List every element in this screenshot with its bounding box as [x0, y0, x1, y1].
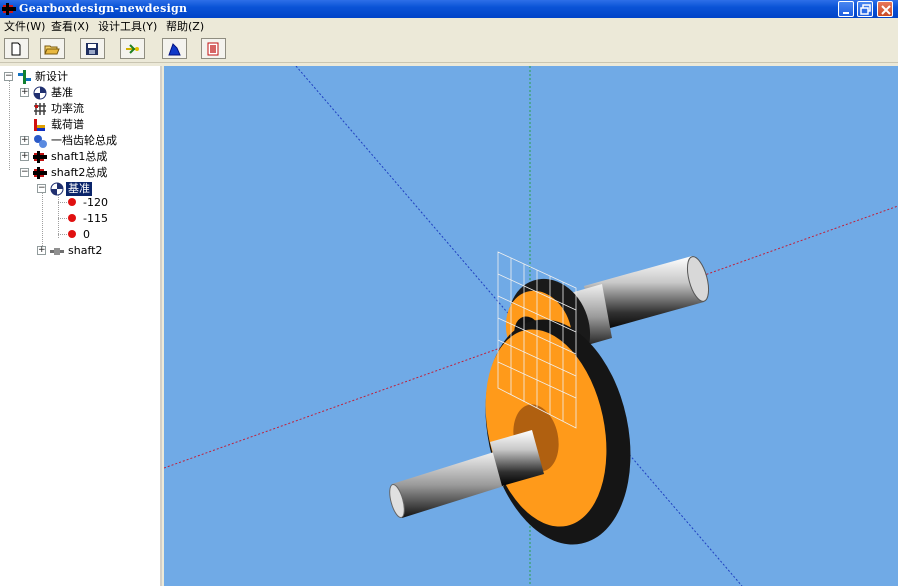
tree-node-label: 基准 [51, 86, 73, 99]
open-button[interactable] [40, 38, 65, 59]
tree-connector [58, 192, 59, 238]
tree-node-label: 基准 [66, 182, 92, 196]
tree-node-label: 新设计 [35, 70, 68, 83]
expand-toggle[interactable]: + [20, 87, 29, 97]
datum-icon [50, 182, 64, 196]
point-icon [67, 213, 77, 223]
load-spectrum-icon [33, 118, 47, 132]
power-flow-icon [33, 102, 47, 116]
large-gear [485, 319, 631, 545]
tree-node-power-flow[interactable]: 功率流 [20, 102, 150, 117]
expand-toggle[interactable]: + [20, 135, 29, 145]
tree-node-label: 0 [83, 228, 90, 241]
tree-node-label: 载荷谱 [51, 118, 84, 131]
tree-node-shaft1-assembly[interactable]: + shaft1总成 [20, 150, 150, 165]
point-icon [67, 197, 77, 207]
menu-file[interactable]: 文件(W) [4, 20, 45, 34]
close-button[interactable] [877, 1, 893, 17]
tree-node-label: 功率流 [51, 102, 84, 115]
tree-connector [58, 234, 67, 235]
tree-connector [58, 202, 67, 203]
new-file-button[interactable] [4, 38, 29, 59]
tree-node-label: shaft2总成 [51, 166, 108, 179]
menu-help[interactable]: 帮助(Z) [166, 20, 204, 34]
gearbox-model-render [164, 66, 898, 586]
shaft-assembly-icon [33, 150, 47, 164]
point-icon [67, 229, 77, 239]
maximize-button[interactable] [857, 1, 873, 17]
stop-button[interactable] [201, 38, 226, 59]
save-button[interactable] [80, 38, 105, 59]
tree-node-label: shaft2 [68, 244, 103, 257]
datum-icon [33, 86, 47, 100]
shape-button[interactable] [162, 38, 187, 59]
gear-pair-icon [33, 134, 47, 148]
expand-toggle[interactable]: + [37, 245, 46, 255]
power-flow-button[interactable] [120, 38, 145, 59]
tree-node-label: -120 [83, 196, 108, 209]
3d-viewport[interactable] [164, 66, 898, 586]
window-title: Gearboxdesign-newdesign [19, 2, 188, 15]
app-icon [2, 2, 16, 16]
tree-node-shaft2-datum[interactable]: − 基准 [37, 182, 147, 197]
toolbar [0, 36, 898, 63]
menu-design-tools[interactable]: 设计工具(Y) [98, 20, 157, 34]
menu-bar: 文件(W) 查看(X) 设计工具(Y) 帮助(Z) [0, 18, 898, 36]
collapse-toggle[interactable]: − [37, 183, 46, 193]
design-icon [17, 70, 31, 84]
shaft-icon [50, 244, 64, 258]
minimize-button[interactable] [838, 1, 854, 17]
collapse-toggle[interactable]: − [20, 167, 29, 177]
model-tree[interactable]: − 新设计 + 基准 功率流 载荷谱 + 一档齿轮总成 + shaft1总成 −… [0, 66, 162, 586]
tree-node-label: -115 [83, 212, 108, 225]
tree-connector [58, 218, 67, 219]
tree-node-load-spectrum[interactable]: 载荷谱 [20, 118, 150, 133]
tree-node-root[interactable]: − 新设计 [4, 70, 154, 85]
tree-node-datum-point[interactable]: 0 [67, 228, 147, 243]
app-window: Gearboxdesign-newdesign 文件(W) 查看(X) 设计工具… [0, 0, 898, 586]
tree-node-gear-assembly[interactable]: + 一档齿轮总成 [20, 134, 160, 149]
tree-node-shaft2-assembly[interactable]: − shaft2总成 [20, 166, 150, 181]
tree-node-datum[interactable]: + 基准 [20, 86, 150, 101]
shaft-assembly-icon [33, 166, 47, 180]
tree-node-label: shaft1总成 [51, 150, 108, 163]
tree-node-datum-point[interactable]: -115 [67, 212, 147, 227]
tree-node-label: 一档齿轮总成 [51, 134, 117, 147]
expand-toggle[interactable]: + [20, 151, 29, 161]
collapse-toggle[interactable]: − [4, 71, 13, 81]
tree-connector [9, 80, 10, 170]
tree-node-datum-point[interactable]: -120 [67, 196, 147, 211]
tree-node-shaft2[interactable]: + shaft2 [37, 244, 147, 259]
menu-view[interactable]: 查看(X) [51, 20, 89, 34]
title-bar[interactable]: Gearboxdesign-newdesign [0, 0, 898, 18]
